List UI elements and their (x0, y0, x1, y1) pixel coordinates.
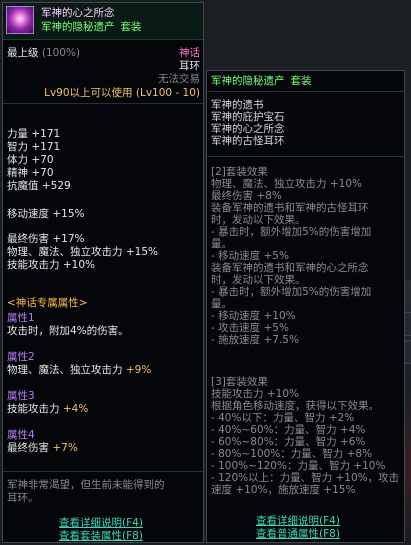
myth-prop-desc: 物理、魔法、独立攻击力 +9% (7, 364, 152, 376)
stat-row: 力量 +171 (7, 128, 61, 140)
myth-header: <神话专属属性> (7, 297, 88, 309)
flavor-text: 军神非常渴望，但生前未能得到的 (7, 479, 165, 491)
item-rarity: 神话 (179, 47, 200, 59)
set-effect-line: - 40%~60%：力量、智力 +4% (211, 424, 366, 436)
set-effect-line: - 暴击时，额外增加5%的伤害增加 (211, 286, 372, 298)
set-effect-2: [2]套装效果 物理、魔法、独立攻击力 +10% 最终伤害 +8% 装备军神的遗… (211, 166, 401, 346)
stat-row: 抗魔值 +529 (7, 180, 71, 192)
item-grade: 最上级 (100%) (7, 47, 81, 59)
myth-prop-desc: 技能攻击力 +4% (7, 403, 89, 415)
myth-prop-desc: 攻击时，附加4%的伤害。 (7, 325, 129, 337)
item-trade: 无法交易 (158, 73, 200, 85)
set-effect-line: 速度 +10%，施放速度 +15% (211, 484, 356, 496)
skill-attack: 技能攻击力 +10% (7, 259, 95, 271)
view-detail-link[interactable]: 查看详细说明(F4) (59, 517, 143, 529)
set-effect-line: - 移动速度 +5% (211, 250, 289, 262)
item-icon (6, 6, 34, 34)
myth-prop-title: 属性1 (7, 312, 35, 324)
view-set-attributes-link[interactable]: 查看套装属性(F8) (59, 530, 143, 542)
set-effect-3: [3]套装效果 技能攻击力 +10% 根据角色移动速度，获得以下效果。 - 40… (211, 376, 401, 496)
set-effect-line: 时，发动以下效果。 (211, 274, 306, 286)
set-effect-line: 最终伤害 +8% (211, 190, 282, 202)
set-effect-line: 根据角色移动速度，获得以下效果。 (211, 400, 379, 412)
move-speed: 移动速度 +15% (7, 208, 85, 220)
set-effect-line: 装备军神的遗书和军神的古怪耳环 (211, 202, 369, 214)
set-effect-line: 物理、魔法、独立攻击力 +10% (211, 178, 362, 190)
item-tooltip: 军神的心之所念 军神的隐秘遗产 套装 最上级 (100%) 神话 耳环 无法交易 … (2, 2, 204, 543)
set-effect-line: - 暴击时，额外增加5%的伤害增加 (211, 226, 372, 238)
final-damage: 最终伤害 +17% (7, 233, 85, 245)
myth-prop-title: 属性4 (7, 429, 35, 441)
divider (3, 471, 203, 472)
set-piece-list: 军神的遗书 军神的庇护宝石 军神的心之所念 军神的古怪耳环 (211, 99, 285, 147)
stat-row: 体力 +70 (7, 154, 54, 166)
stat-row: 精神 +70 (7, 167, 54, 179)
set-effect-line: 量。 (211, 238, 232, 250)
set-effect-line: 量。 (211, 298, 232, 310)
set-effect-line: [2]套装效果 (211, 166, 268, 178)
set-effect-line: 技能攻击力 +10% (211, 388, 299, 400)
item-set-name: 军神的隐秘遗产 套装 (41, 21, 142, 33)
flavor-text: 耳环。 (7, 492, 39, 504)
set-effect-line: - 移动速度 +10% (211, 310, 296, 322)
myth-prop-desc: 最终伤害 +7% (7, 442, 78, 454)
phys-mag-attack: 物理、魔法、独立攻击力 +15% (7, 246, 158, 258)
myth-prop-title: 属性2 (7, 351, 35, 363)
set-effect-line: [3]套装效果 (211, 376, 268, 388)
level-requirement: Lv90以上可以使用 (Lv100 - 10) (44, 87, 200, 99)
tooltip-header: 军神的心之所念 军神的隐秘遗产 套装 (3, 3, 203, 40)
set-effect-line: 时，发动以下效果。 (211, 214, 306, 226)
set-effect-line: - 120%以上：力量、智力 +10%，攻击 (211, 472, 400, 484)
myth-prop-title: 属性3 (7, 390, 35, 402)
item-slot: 耳环 (179, 60, 200, 72)
set-effect-line: 装备军神的遗书和军神的心之所念 (211, 262, 369, 274)
divider (207, 91, 404, 92)
set-piece: 军神的遗书 (211, 99, 264, 111)
set-tooltip: 军神的隐秘遗产 套装 军神的遗书 军神的庇护宝石 军神的心之所念 军神的古怪耳环 … (206, 70, 405, 543)
set-piece: 军神的庇护宝石 (211, 111, 285, 123)
item-name: 军神的心之所念 (41, 7, 115, 19)
set-effect-line: - 攻击速度 +5% (211, 322, 289, 334)
divider (207, 156, 404, 157)
set-effect-line: - 100%~120%：力量、智力 +10% (211, 460, 386, 472)
set-effect-line: - 施放速度 +7.5% (211, 334, 299, 346)
view-normal-attributes-link[interactable]: 查看普通属性(F8) (256, 528, 340, 540)
set-effect-line: - 60%~80%：力量、智力 +6% (211, 436, 366, 448)
set-piece: 军神的古怪耳环 (211, 135, 285, 147)
set-piece: 军神的心之所念 (211, 123, 285, 135)
set-effect-line: - 40%以下：力量、智力 +2% (211, 412, 355, 424)
set-title: 军神的隐秘遗产 套装 (211, 75, 312, 87)
set-effect-line: - 80%~100%：力量、智力 +8% (211, 448, 373, 460)
stat-row: 智力 +171 (7, 141, 61, 153)
view-detail-link[interactable]: 查看详细说明(F4) (256, 515, 340, 527)
divider (3, 103, 203, 104)
